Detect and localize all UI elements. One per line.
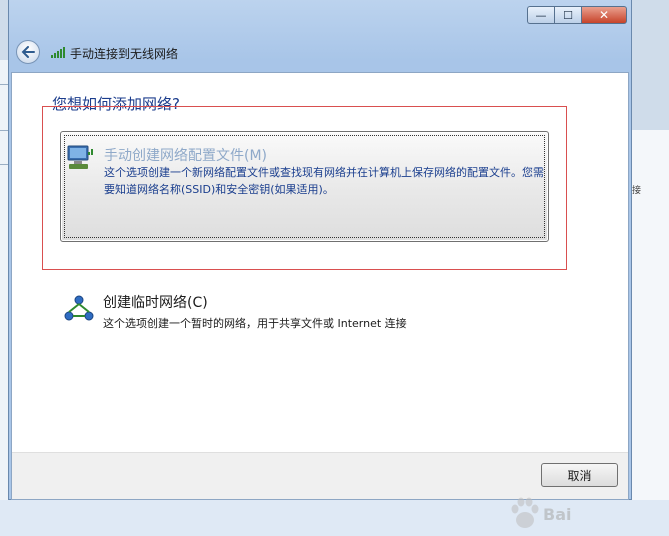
adhoc-network-description: 这个选项创建一个暂时的网络，用于共享文件或 Internet 连接 [103, 317, 407, 330]
cancel-button[interactable]: 取消 [541, 463, 618, 487]
background-line [0, 164, 8, 165]
back-arrow-icon [21, 46, 35, 58]
background-line [0, 84, 8, 85]
wireless-connect-dialog: — ☐ ✕ 手动连接到无线网络 您想如何添加网络? 手动创建网络配置文件(M) … [8, 0, 632, 528]
dialog-footer: 取消 [12, 452, 628, 499]
wireless-computer-icon [67, 145, 93, 169]
wireless-signal-icon [51, 47, 65, 58]
manual-profile-title: 手动创建网络配置文件(M) [104, 148, 268, 164]
manual-profile-description: 这个选项创建一个新网络配置文件或查找现有网络并在计算机上保存网络的配置文件。您需… [104, 166, 544, 196]
background-line [0, 130, 8, 131]
navigation-bar: 手动连接到无线网络 [9, 36, 631, 68]
adhoc-network-option[interactable]: 创建临时网络(C) 这个选项创建一个暂时的网络，用于共享文件或 Internet… [60, 283, 549, 335]
baidu-watermark: Bai [509, 496, 619, 536]
back-button[interactable] [16, 40, 40, 64]
adhoc-network-icon [64, 295, 94, 321]
minimize-button[interactable]: — [527, 6, 554, 24]
adhoc-network-title: 创建临时网络(C) [103, 295, 208, 311]
manual-profile-option[interactable]: 手动创建网络配置文件(M) 这个选项创建一个新网络配置文件或查找现有网络并在计算… [60, 131, 549, 242]
paw-icon [511, 497, 539, 528]
dialog-title: 手动连接到无线网络 [70, 47, 179, 61]
watermark-text: Bai [543, 505, 572, 524]
background-text: 接 [632, 186, 642, 196]
maximize-button[interactable]: ☐ [554, 6, 581, 24]
dialog-content: 您想如何添加网络? 手动创建网络配置文件(M) 这个选项创建一个新网络配置文件或… [11, 72, 629, 528]
caption-buttons: — ☐ ✕ [527, 6, 627, 24]
close-button[interactable]: ✕ [581, 6, 627, 24]
